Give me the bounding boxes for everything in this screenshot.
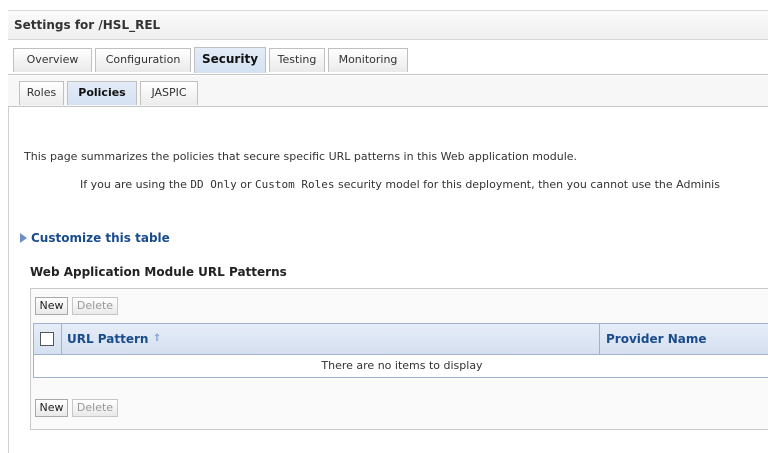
- tab-testing[interactable]: Testing: [269, 48, 325, 72]
- custom-roles-code: Custom Roles: [254, 178, 335, 191]
- sort-ascending-icon[interactable]: ⇑: [153, 333, 161, 344]
- subtab-roles[interactable]: Roles: [19, 81, 64, 105]
- delete-button-bottom[interactable]: Delete: [72, 399, 118, 417]
- customize-link-label: Customize this table: [31, 231, 170, 245]
- note-text-2: or: [236, 178, 255, 191]
- sub-tab-bar: Roles Policies JASPIC: [8, 76, 768, 107]
- tab-overview[interactable]: Overview: [13, 48, 92, 72]
- expand-triangle-icon: [20, 233, 27, 243]
- page-title: Settings for /HSL_REL: [14, 18, 161, 32]
- column-divider: [61, 324, 62, 354]
- security-model-note: If you are using the DD Only or Custom R…: [80, 178, 720, 191]
- dd-only-code: DD Only: [190, 178, 237, 191]
- select-all-checkbox[interactable]: [40, 332, 54, 346]
- table-header-row: URL Pattern ⇑ Provider Name: [34, 324, 768, 355]
- column-header-provider-name[interactable]: Provider Name: [606, 332, 707, 346]
- url-patterns-table: URL Pattern ⇑ Provider Name There are no…: [33, 323, 768, 378]
- settings-title-bar: Settings for /HSL_REL: [8, 10, 768, 40]
- main-tab-bar: Overview Configuration Security Testing …: [8, 44, 768, 75]
- tab-configuration[interactable]: Configuration: [95, 48, 191, 72]
- subtab-policies[interactable]: Policies: [67, 81, 137, 105]
- column-header-url-pattern[interactable]: URL Pattern: [67, 332, 148, 346]
- new-button-top[interactable]: New: [35, 297, 68, 315]
- tab-security[interactable]: Security: [194, 47, 266, 73]
- empty-table-message: There are no items to display: [321, 359, 483, 372]
- intro-text: This page summarizes the policies that s…: [24, 150, 578, 163]
- customize-table-link[interactable]: Customize this table: [20, 231, 170, 245]
- note-text-3: security model for this deployment, then…: [334, 178, 720, 191]
- new-button-bottom[interactable]: New: [35, 399, 68, 417]
- subtab-jaspic[interactable]: JASPIC: [140, 81, 198, 105]
- note-text-1: If you are using the: [80, 178, 191, 191]
- table-section-title: Web Application Module URL Patterns: [30, 265, 287, 279]
- column-divider: [599, 324, 600, 354]
- tab-monitoring[interactable]: Monitoring: [328, 48, 408, 72]
- delete-button-top[interactable]: Delete: [72, 297, 118, 315]
- url-patterns-table-panel: New Delete URL Pattern ⇑ Provider Name T…: [30, 288, 768, 430]
